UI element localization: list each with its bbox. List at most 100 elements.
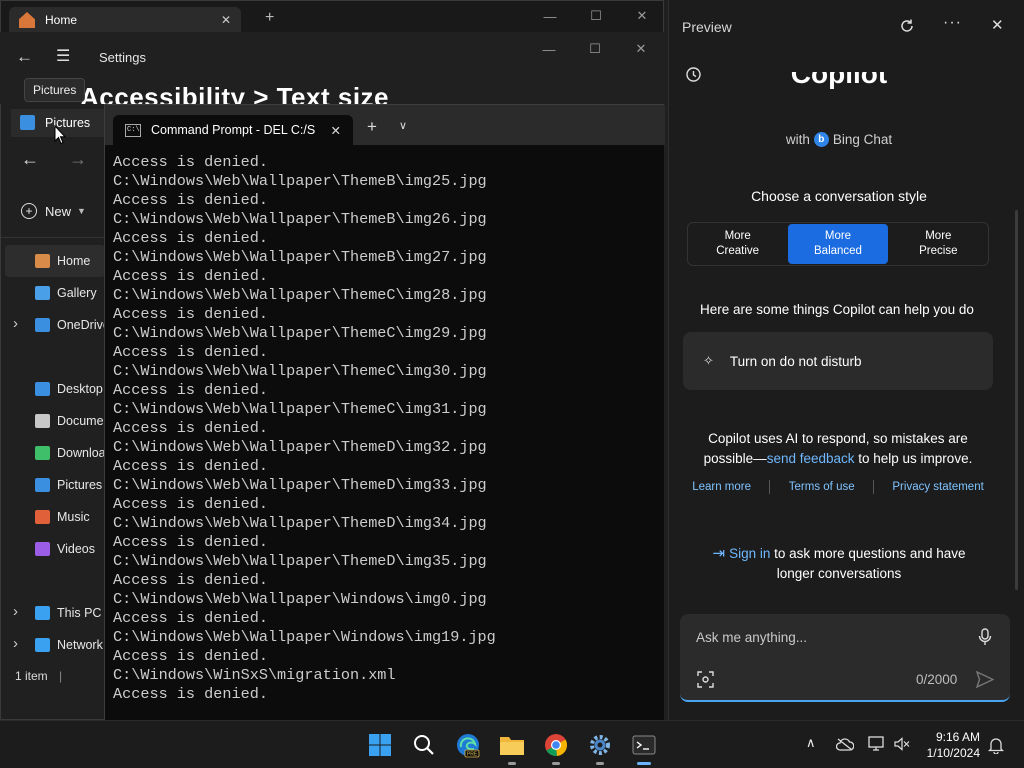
microphone-icon[interactable]	[978, 628, 992, 646]
onedrive-tray-icon[interactable]	[836, 737, 854, 751]
new-tab-icon[interactable]: +	[367, 117, 377, 137]
terminal-line: Access is denied.	[113, 343, 268, 361]
copilot-logo-text: Copilot	[669, 72, 1009, 106]
suggestion-label: Turn on do not disturb	[729, 353, 862, 369]
terminal-line: C:\Windows\Web\Wallpaper\Windows\img0.jp…	[113, 590, 487, 608]
terminal-line: Access is denied.	[113, 305, 268, 323]
file-explorer-icon[interactable]	[496, 729, 528, 765]
privacy-statement-link[interactable]: Privacy statement	[892, 481, 983, 493]
copilot-pane: Preview ··· ✕ Copilot with b Bing Chat C…	[668, 0, 1024, 720]
home-tab-icon	[19, 12, 35, 28]
terminal-line: Access is denied.	[113, 419, 268, 437]
sidebar-item-network[interactable]: › Network	[5, 629, 105, 661]
sidebar-item-videos[interactable]: Videos	[5, 533, 105, 565]
tab-dropdown-icon[interactable]: ∨	[399, 119, 407, 132]
close-pane-icon[interactable]: ✕	[991, 16, 1004, 34]
terminal-line: C:\Windows\Web\Wallpaper\ThemeB\img27.jp…	[113, 248, 487, 266]
chat-input-box[interactable]: Ask me anything... 0/2000	[680, 614, 1010, 702]
sign-in-link[interactable]: Sign in	[729, 546, 770, 561]
refresh-icon[interactable]	[899, 18, 915, 34]
terminal-line: C:\Windows\Web\Wallpaper\ThemeC\img31.jp…	[113, 400, 487, 418]
chrome-icon[interactable]	[540, 729, 572, 765]
forward-arrow-icon[interactable]: →	[69, 149, 87, 170]
settings-close-icon[interactable]: ✕	[618, 34, 664, 64]
search-icon[interactable]	[408, 729, 440, 761]
terminal-line: Access is denied.	[113, 533, 268, 551]
terminal-line: C:\Windows\WinSxS\migration.xml	[113, 666, 396, 684]
running-indicator	[637, 762, 651, 765]
settings-icon[interactable]	[584, 729, 616, 765]
new-tab-icon[interactable]: +	[265, 9, 274, 27]
sidebar-item-label: Home	[57, 254, 91, 268]
volume-muted-icon[interactable]	[894, 737, 910, 751]
sidebar-item-gallery[interactable]: Gallery	[5, 277, 105, 309]
notification-bell-icon[interactable]	[988, 736, 1004, 754]
terminal-tab[interactable]: C:\ Command Prompt - DEL C:/S ✕	[113, 115, 353, 145]
terminal-line: Access is denied.	[113, 609, 268, 627]
terminal-icon[interactable]	[628, 729, 660, 765]
terminal-tab-bar: C:\ Command Prompt - DEL C:/S ✕ + ∨	[105, 105, 665, 145]
terminal-line: C:\Windows\Web\Wallpaper\ThemeB\img26.jp…	[113, 210, 487, 228]
minimize-icon[interactable]: —	[527, 1, 573, 31]
sidebar-item-label: Downloads	[57, 446, 105, 460]
terms-of-use-link[interactable]: Terms of use	[789, 481, 855, 493]
show-hidden-icons-chevron[interactable]: ∧	[806, 735, 816, 751]
terminal-line: Access is denied.	[113, 495, 268, 513]
sidebar-item-onedrive[interactable]: › OneDrive	[5, 309, 105, 341]
pane-title: Preview	[682, 19, 732, 35]
more-options-icon[interactable]: ···	[943, 14, 962, 32]
gallery-icon	[35, 286, 50, 300]
sidebar-item-downloads[interactable]: Downloads	[5, 437, 105, 469]
new-button[interactable]: + New ▼	[21, 203, 86, 219]
back-arrow-icon[interactable]: ←	[16, 47, 33, 67]
system-clock[interactable]: 9:16 AM 1/10/2024	[918, 729, 980, 761]
hamburger-menu-icon[interactable]: ☰	[56, 46, 70, 66]
sidebar-item-documents[interactable]: Documents	[5, 405, 105, 437]
bing-chat-subtitle: with b Bing Chat	[669, 132, 1009, 147]
desktop-icon	[35, 382, 50, 396]
sidebar-item-desktop[interactable]: Desktop	[5, 373, 105, 405]
explorer-tab-home[interactable]: Home ✕	[9, 7, 241, 33]
settings-maximize-icon[interactable]: ☐	[572, 34, 618, 64]
command-prompt-window[interactable]: C:\ Command Prompt - DEL C:/S ✕ + ∨ Acce…	[104, 104, 665, 720]
terminal-line: C:\Windows\Web\Wallpaper\ThemeB\img25.jp…	[113, 172, 487, 190]
status-bar: 1 item |	[15, 669, 62, 683]
close-icon[interactable]: ✕	[619, 1, 665, 31]
learn-more-link[interactable]: Learn more	[692, 481, 751, 493]
sparkle-icon: ✧	[703, 353, 714, 368]
network-tray-icon[interactable]	[868, 736, 886, 752]
terminal-line: Access is denied.	[113, 685, 268, 703]
start-icon[interactable]	[364, 729, 396, 761]
close-tab-icon[interactable]: ✕	[331, 123, 341, 138]
close-tab-icon[interactable]: ✕	[221, 13, 231, 27]
terminal-line: C:\Windows\Web\Wallpaper\ThemeD\img32.jp…	[113, 438, 487, 456]
sidebar-item-label: Desktop	[57, 382, 103, 396]
plus-circle-icon: +	[21, 203, 37, 219]
send-icon[interactable]	[976, 671, 994, 688]
settings-title: Settings	[99, 50, 146, 65]
expand-chevron-icon[interactable]: ›	[13, 603, 18, 620]
style-more-precise-button[interactable]: More Precise	[889, 223, 988, 265]
back-arrow-icon[interactable]: ←	[21, 149, 39, 170]
expand-chevron-icon[interactable]: ›	[13, 635, 18, 652]
edge-beta-icon[interactable]: PRE	[452, 729, 484, 761]
pane-scrollbar[interactable]	[1015, 210, 1018, 590]
sidebar-item-music[interactable]: Music	[5, 501, 105, 533]
send-feedback-link[interactable]: send feedback	[767, 451, 855, 466]
chat-input-placeholder[interactable]: Ask me anything...	[696, 630, 807, 645]
style-more-creative-button[interactable]: More Creative	[688, 223, 787, 265]
expand-chevron-icon[interactable]: ›	[13, 315, 18, 332]
sidebar-item-pictures[interactable]: Pictures	[5, 469, 105, 501]
style-more-balanced-button[interactable]: More Balanced	[788, 224, 888, 264]
sidebar-item-this-pc[interactable]: › This PC	[5, 597, 105, 629]
terminal-output[interactable]: Access is denied. C:\Windows\Web\Wallpape…	[113, 153, 496, 704]
sidebar-item-home[interactable]: Home	[5, 245, 105, 277]
music-icon	[35, 510, 50, 524]
screenshot-capture-icon[interactable]	[697, 671, 714, 688]
suggestion-card[interactable]: ✧ Turn on do not disturb	[683, 332, 993, 390]
maximize-icon[interactable]: ☐	[573, 1, 619, 31]
downloads-icon	[35, 446, 50, 460]
home-icon	[35, 254, 50, 268]
settings-window: ← ☰ Settings — ☐ ✕ Accessibility > Text …	[0, 32, 664, 104]
settings-minimize-icon[interactable]: —	[526, 34, 572, 64]
